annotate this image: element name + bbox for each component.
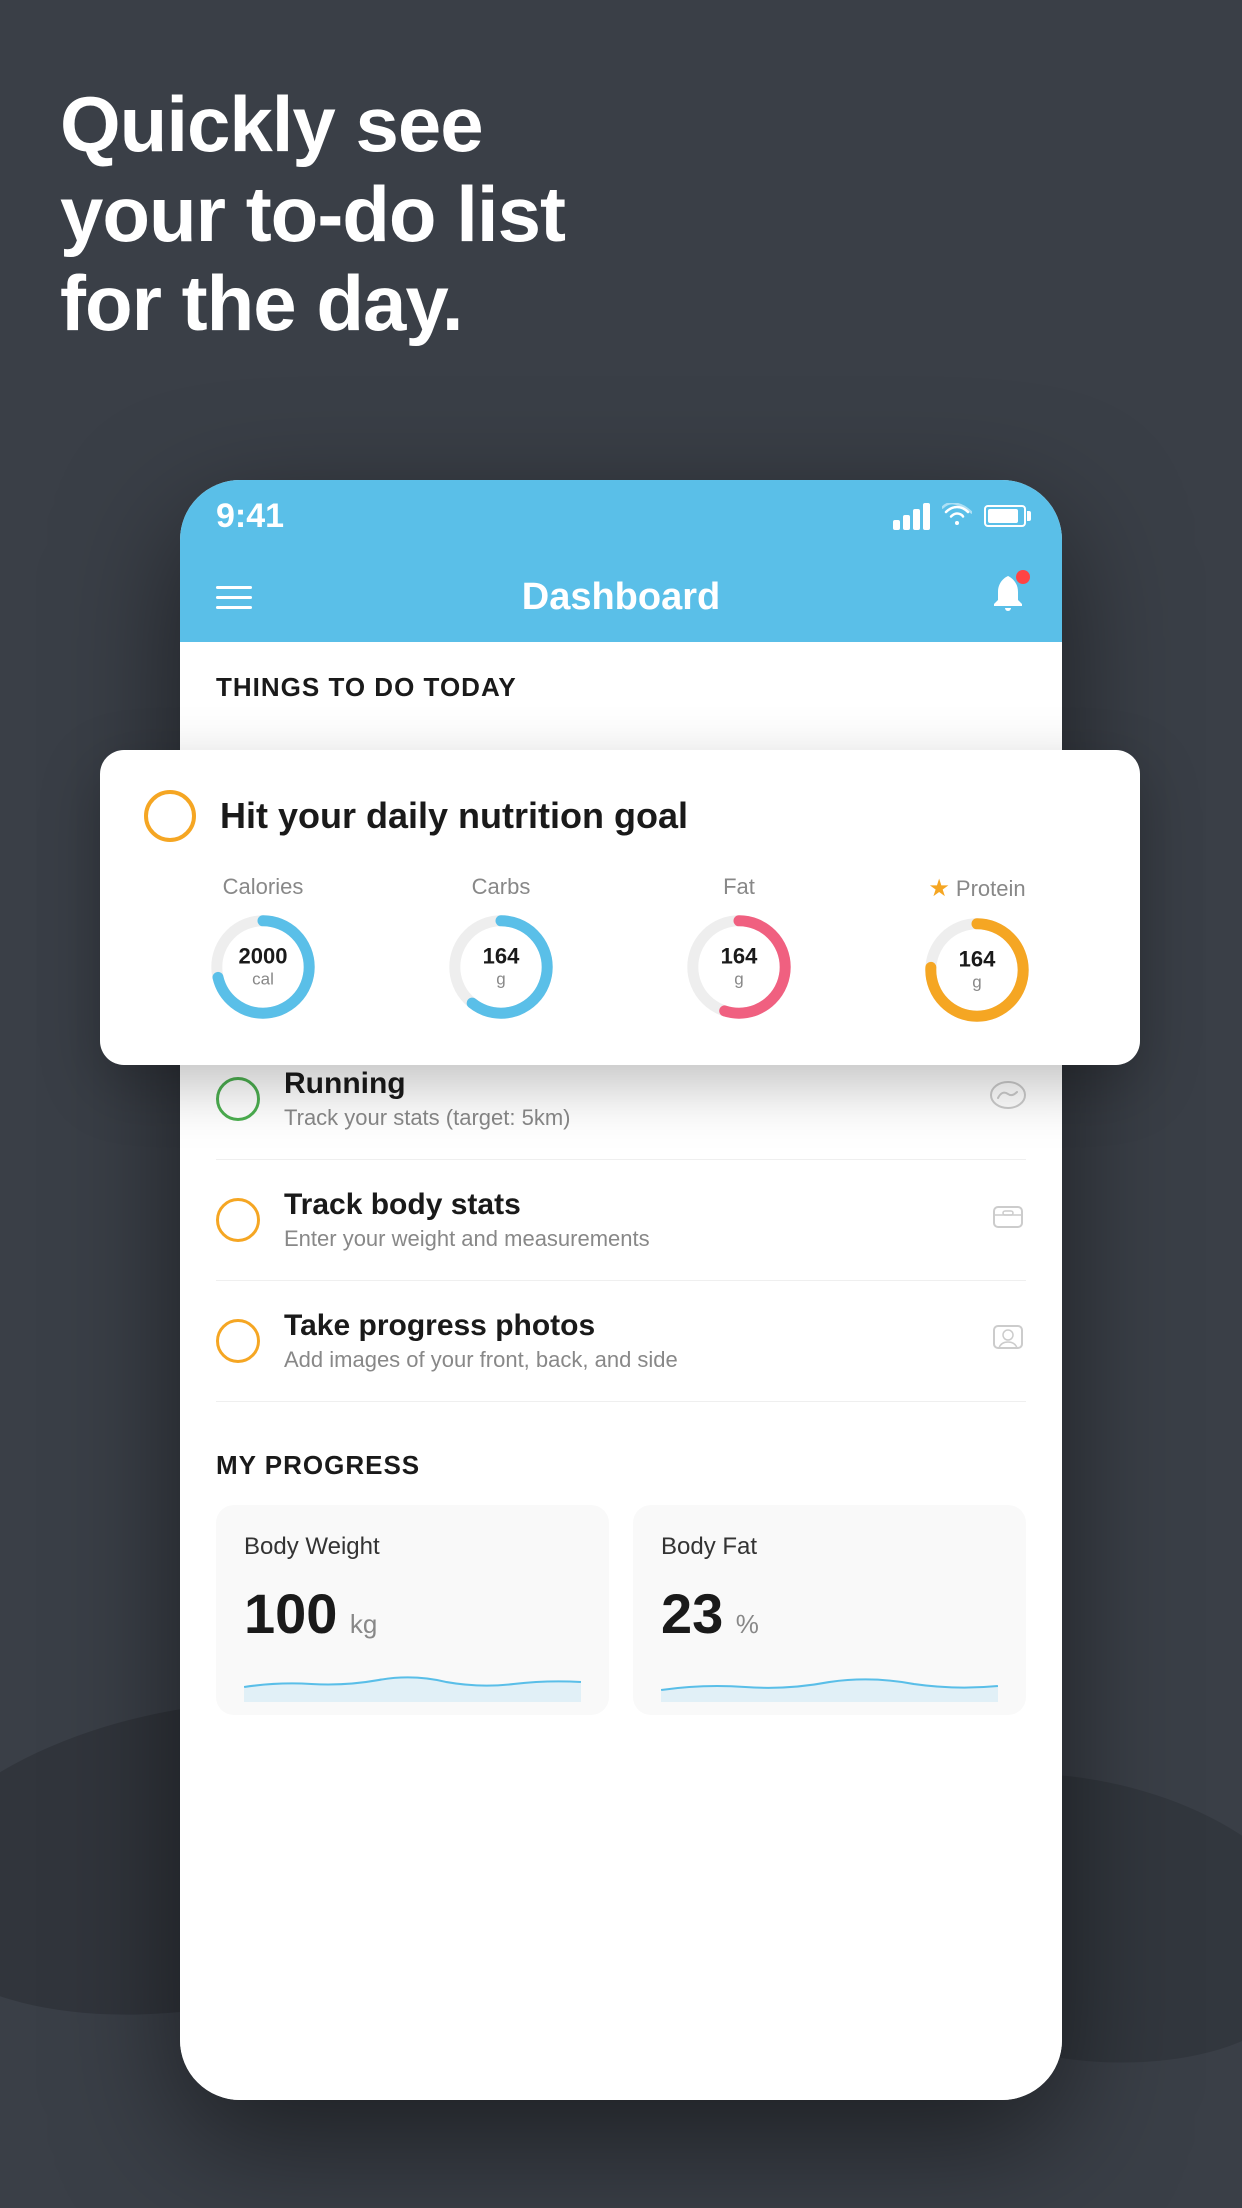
calories-value: 2000 (239, 944, 288, 970)
nav-bar: Dashboard (180, 552, 1062, 642)
body-fat-title: Body Fat (661, 1533, 998, 1561)
nutrition-card: Hit your daily nutrition goal Calories 2… (100, 750, 1140, 1065)
nav-title: Dashboard (522, 576, 720, 619)
notification-dot (1016, 570, 1030, 584)
body-fat-chart (661, 1662, 998, 1702)
protein-donut: 164 g (922, 915, 1032, 1025)
todo-title-bodystats: Track body stats (284, 1188, 966, 1222)
body-weight-title: Body Weight (244, 1533, 581, 1561)
protein-value: 164 (959, 947, 996, 973)
todo-texts-bodystats: Track body stats Enter your weight and m… (284, 1188, 966, 1252)
calories-unit: cal (239, 970, 288, 990)
section-header: THINGS TO DO TODAY (180, 642, 1062, 719)
body-weight-value: 100 (244, 1582, 337, 1645)
body-fat-value: 23 (661, 1582, 723, 1645)
headline: Quickly see your to-do list for the day. (60, 80, 565, 349)
todo-texts-photos: Take progress photos Add images of your … (284, 1309, 966, 1373)
body-fat-value-row: 23 % (661, 1581, 998, 1646)
todo-title-running: Running (284, 1067, 966, 1101)
headline-line1: Quickly see (60, 80, 565, 170)
carbs-value: 164 (483, 944, 520, 970)
person-icon (990, 1322, 1026, 1360)
star-icon: ★ (928, 874, 950, 903)
carbs-donut: 164 g (446, 912, 556, 1022)
running-icon (990, 1080, 1026, 1118)
carbs-label: Carbs (472, 874, 531, 900)
todo-check-photos[interactable] (216, 1319, 260, 1363)
body-fat-unit: % (736, 1609, 759, 1639)
wifi-icon (942, 500, 972, 532)
fat-value: 164 (721, 944, 758, 970)
scale-icon (990, 1201, 1026, 1239)
nutrition-item-fat: Fat 164 g (684, 874, 794, 1022)
nutrition-item-protein: ★ Protein 164 g (922, 874, 1032, 1025)
todo-sub-bodystats: Enter your weight and measurements (284, 1226, 966, 1252)
nutrition-check-circle[interactable] (144, 790, 196, 842)
protein-label: ★ Protein (928, 874, 1025, 903)
headline-line2: your to-do list (60, 170, 565, 260)
todo-sub-running: Track your stats (target: 5km) (284, 1105, 966, 1131)
status-icons (893, 500, 1026, 532)
fat-unit: g (721, 970, 758, 990)
nutrition-item-carbs: Carbs 164 g (446, 874, 556, 1022)
todo-item-photos[interactable]: Take progress photos Add images of your … (216, 1281, 1026, 1402)
todo-title-photos: Take progress photos (284, 1309, 966, 1343)
todo-texts-running: Running Track your stats (target: 5km) (284, 1067, 966, 1131)
body-weight-chart (244, 1662, 581, 1702)
protein-unit: g (959, 973, 996, 993)
todo-check-bodystats[interactable] (216, 1198, 260, 1242)
hamburger-menu[interactable] (216, 586, 252, 609)
todo-check-running[interactable] (216, 1077, 260, 1121)
nutrition-item-calories: Calories 2000 cal (208, 874, 318, 1022)
progress-section: MY PROGRESS Body Weight 100 kg (180, 1402, 1062, 1715)
signal-icon (893, 502, 930, 530)
headline-line3: for the day. (60, 259, 565, 349)
body-weight-unit: kg (350, 1609, 377, 1639)
progress-title: MY PROGRESS (216, 1450, 1026, 1481)
status-bar: 9:41 (180, 480, 1062, 552)
carbs-unit: g (483, 970, 520, 990)
card-title-row: Hit your daily nutrition goal (144, 790, 1096, 842)
body-fat-card: Body Fat 23 % (633, 1505, 1026, 1715)
fat-label: Fat (723, 874, 755, 900)
bell-icon[interactable] (990, 574, 1026, 621)
calories-label: Calories (223, 874, 304, 900)
progress-cards: Body Weight 100 kg Body Fat (216, 1505, 1026, 1715)
body-weight-card: Body Weight 100 kg (216, 1505, 609, 1715)
calories-donut: 2000 cal (208, 912, 318, 1022)
body-weight-value-row: 100 kg (244, 1581, 581, 1646)
todo-sub-photos: Add images of your front, back, and side (284, 1347, 966, 1373)
nutrition-card-title: Hit your daily nutrition goal (220, 795, 688, 837)
status-time: 9:41 (216, 497, 284, 536)
battery-icon (984, 505, 1026, 527)
fat-donut: 164 g (684, 912, 794, 1022)
phone-mockup: 9:41 Dashboard (180, 480, 1062, 2100)
todo-item-bodystats[interactable]: Track body stats Enter your weight and m… (216, 1160, 1026, 1281)
nutrition-row: Calories 2000 cal Carbs (144, 874, 1096, 1025)
